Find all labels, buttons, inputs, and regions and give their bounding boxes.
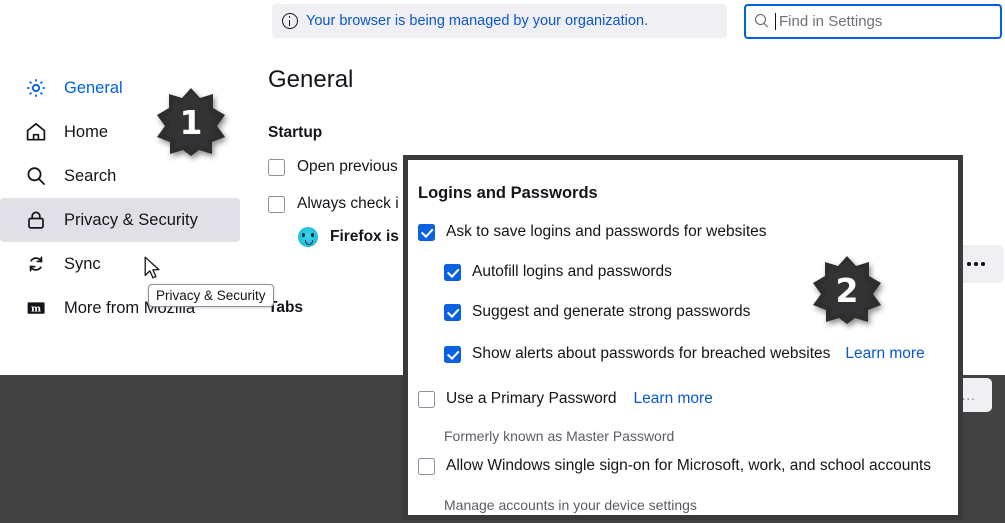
checkbox-label: Ask to save logins and passwords for web… (446, 223, 767, 240)
svg-text:m: m (31, 303, 41, 314)
checkbox-ask-to-save-logins[interactable]: Ask to save logins and passwords for web… (418, 223, 767, 241)
checkbox-breach-alerts[interactable]: Show alerts about passwords for breached… (444, 345, 925, 363)
more-options-icon (967, 262, 971, 266)
checkbox-windows-sso[interactable]: Allow Windows single sign-on for Microso… (418, 457, 931, 475)
sidebar-item-search-label: Search (64, 166, 117, 185)
settings-window: Your browser is being managed by your or… (0, 0, 1005, 523)
logins-and-passwords-panel: Logins and Passwords Ask to save logins … (403, 155, 963, 520)
logins-and-passwords-heading: Logins and Passwords (418, 184, 598, 202)
search-icon (754, 13, 771, 30)
info-circle-icon (282, 13, 298, 29)
sidebar-item-home-label: Home (64, 122, 109, 141)
sidebar-item-sync[interactable]: Sync (0, 242, 250, 286)
annotation-badge-2-number: 2 (835, 270, 859, 310)
sync-icon (24, 252, 48, 276)
checkbox-box (444, 303, 461, 321)
sidebar-item-sync-label: Sync (64, 254, 101, 273)
annotation-badge-1-number: 1 (179, 102, 203, 142)
search-input[interactable]: Find in Settings (744, 4, 1002, 39)
managed-browser-notice-text: Your browser is being managed by your or… (306, 13, 649, 29)
page-title: General (268, 66, 354, 93)
checkbox-label: Allow Windows single sign-on for Microso… (446, 457, 932, 474)
tooltip: Privacy & Security (148, 284, 274, 307)
checkbox-label: Open previous (297, 158, 398, 175)
checkbox-box (418, 390, 435, 408)
sidebar-item-search[interactable]: Search (0, 154, 250, 198)
primary-password-subtext: Formerly known as Master Password (444, 428, 675, 444)
checkbox-box (444, 345, 461, 363)
checkbox-box (268, 158, 285, 176)
sidebar-item-privacy-security-label: Privacy & Security (64, 210, 198, 229)
firefox-sad-icon (298, 227, 318, 247)
lock-icon (24, 208, 48, 232)
checkbox-box (418, 457, 435, 475)
checkbox-label: Show alerts about passwords for breached… (472, 345, 831, 362)
gear-icon (24, 76, 48, 100)
text-caret (775, 13, 776, 30)
mozilla-icon: m (24, 296, 48, 320)
more-options-icon (981, 262, 985, 266)
checkbox-label: Autofill logins and passwords (472, 263, 672, 280)
mouse-pointer-cursor (144, 256, 160, 279)
sidebar-item-general-label: General (64, 78, 123, 97)
sidebar-item-privacy-security[interactable]: Privacy & Security (0, 198, 240, 242)
windows-sso-subtext: Manage accounts in your device settings (444, 497, 697, 513)
search-icon (24, 164, 48, 188)
home-icon (24, 120, 48, 144)
startup-heading: Startup (268, 124, 323, 141)
checkbox-label: Suggest and generate strong passwords (472, 303, 751, 320)
firefox-default-status-label: Firefox is (330, 228, 399, 245)
search-placeholder: Find in Settings (779, 13, 883, 30)
checkbox-box (418, 223, 435, 241)
learn-more-link-breach[interactable]: Learn more (845, 345, 924, 363)
checkbox-suggest-strong-passwords[interactable]: Suggest and generate strong passwords (444, 303, 750, 321)
checkbox-box (268, 195, 285, 213)
annotation-badge-1: 1 (155, 86, 227, 158)
checkbox-autofill-logins[interactable]: Autofill logins and passwords (444, 263, 672, 281)
more-options-icon (974, 262, 978, 266)
managed-browser-notice: Your browser is being managed by your or… (272, 4, 727, 38)
checkbox-label: Always check i (297, 195, 399, 212)
learn-more-link-primary-password[interactable]: Learn more (634, 390, 713, 408)
checkbox-label: Use a Primary Password (446, 390, 617, 407)
annotation-badge-2: 2 (811, 254, 883, 326)
checkbox-box (444, 263, 461, 281)
checkbox-use-primary-password[interactable]: Use a Primary Password Learn more (418, 390, 713, 408)
